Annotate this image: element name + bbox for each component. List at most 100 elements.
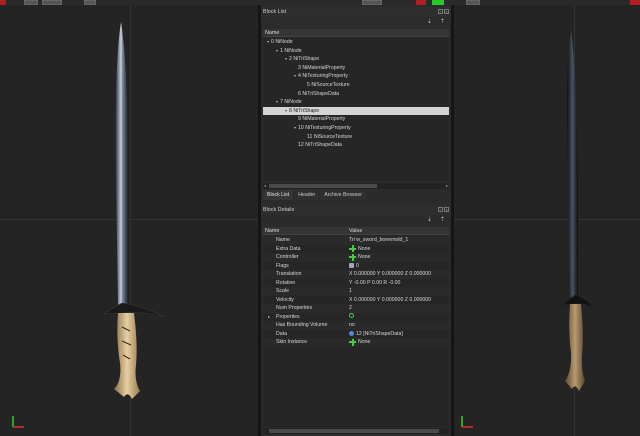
value-column-header[interactable]: Value: [349, 228, 362, 234]
tree-row[interactable]: ▾ 7 NiNode: [263, 98, 449, 107]
detail-value-cell[interactable]: no: [349, 321, 355, 330]
detail-value: Tri w_sword_bonemold_1: [349, 237, 409, 243]
tree-row-label: 12 NiTriShapeData: [298, 142, 342, 149]
detail-row[interactable]: Rotation Y -0.00 P 0.00 R -0.00: [263, 278, 449, 288]
float-icon[interactable]: ▫: [438, 207, 443, 212]
tab-archive-browser[interactable]: Archive Browser: [320, 190, 366, 200]
detail-row[interactable]: Data 12 [NiTriShapeData]: [263, 329, 449, 339]
block-list-title: Block List: [263, 9, 287, 15]
scroll-left-icon[interactable]: ◂: [264, 183, 266, 189]
viewport-left[interactable]: [0, 5, 261, 436]
detail-name: Name: [276, 237, 290, 243]
tree-row-label: 8 NiTriShape: [289, 107, 320, 114]
tree-row[interactable]: ▾ 0 NiNode: [263, 38, 449, 47]
tree-row-label: 6 NiTriShapeData: [298, 90, 340, 97]
detail-value: 2: [349, 305, 352, 311]
detail-value: None: [358, 254, 371, 260]
block-list-tree[interactable]: Name ▾ 0 NiNode ▾ 1 NiNode ▾ 2 NiTriShape 3 Ni…: [263, 29, 449, 181]
detail-row[interactable]: Flags 0: [263, 261, 449, 271]
sort-down-icon[interactable]: ⇣: [427, 216, 432, 223]
tree-row[interactable]: ▾ 2 NiTriShape: [263, 55, 449, 64]
flag-icon[interactable]: [349, 263, 354, 269]
detail-value-cell[interactable]: None: [349, 245, 370, 254]
detail-row[interactable]: Name Tri w_sword_bonemold_1: [263, 236, 449, 245]
close-icon[interactable]: ×: [444, 207, 449, 212]
detail-value-cell[interactable]: 1: [349, 287, 352, 296]
detail-row[interactable]: Has Bounding Volume no: [263, 321, 449, 330]
detail-value-cell[interactable]: X 0.000000 Y 0.000000 Z 0.000000: [349, 296, 431, 305]
detail-value-cell[interactable]: None: [349, 338, 370, 347]
detail-value: None: [358, 339, 371, 345]
sort-down-icon[interactable]: ⇣: [427, 18, 432, 25]
tree-row-label: 4 NiTexturingProperty: [298, 73, 348, 80]
detail-row[interactable]: Extra Data None: [263, 244, 449, 254]
detail-value-cell[interactable]: 12 [NiTriShapeData]: [349, 330, 403, 339]
detail-value: Y -0.00 P 0.00 R -0.00: [349, 279, 401, 286]
detail-value: 12 [NiTriShapeData]: [356, 330, 403, 337]
tree-row[interactable]: ▾ 10 NiTexturingProperty: [263, 124, 449, 133]
tree-row[interactable]: 5 NiSourceTexture: [263, 81, 449, 90]
link-icon[interactable]: [349, 331, 354, 337]
tree-row-label: 9 NiMaterialProperty: [298, 116, 346, 123]
detail-value-cell[interactable]: [349, 312, 356, 318]
block-list-controls: ⇣ ⇡: [427, 18, 445, 25]
tree-row-label: 3 NiMaterialProperty: [298, 64, 346, 71]
detail-row[interactable]: ▸ Properties: [263, 312, 449, 322]
close-icon[interactable]: ×: [444, 9, 449, 14]
tree-row[interactable]: ▾ 4 NiTexturingProperty: [263, 72, 449, 81]
tree-row-label: 10 NiTexturingProperty: [298, 125, 351, 131]
detail-value-cell[interactable]: None: [349, 253, 370, 262]
expand-arrow-icon[interactable]: ▸: [268, 313, 270, 322]
tree-row[interactable]: ▾ 8 NiTriShape: [263, 106, 449, 116]
axis-gizmo-icon: [461, 416, 473, 428]
tab-header[interactable]: Header: [294, 190, 320, 200]
detail-value-cell[interactable]: X 0.000000 Y 0.000000 Z 0.000000: [349, 270, 431, 279]
detail-row[interactable]: Controller None: [263, 253, 449, 262]
scroll-thumb[interactable]: [269, 184, 377, 188]
detail-value: X 0.000000 Y 0.000000 Z 0.000000: [349, 296, 432, 303]
tree-row-label: 2 NiTriShape: [289, 56, 320, 63]
tree-row-label: 7 NiNode: [280, 99, 302, 106]
plus-icon[interactable]: [349, 338, 356, 346]
float-icon[interactable]: ▫: [438, 9, 443, 14]
tree-row-label: 0 NiNode: [271, 39, 293, 45]
scroll-thumb[interactable]: [269, 429, 439, 433]
detail-value-cell[interactable]: Y -0.00 P 0.00 R -0.00: [349, 279, 400, 288]
axis-gizmo-icon: [12, 416, 24, 428]
name-column-header[interactable]: Name: [265, 228, 279, 234]
refresh-icon[interactable]: [349, 312, 354, 318]
scroll-right-icon[interactable]: ▸: [446, 183, 448, 189]
name-column-header[interactable]: Name: [265, 30, 279, 36]
sort-up-icon[interactable]: ⇡: [440, 216, 445, 223]
tree-row[interactable]: 3 NiMaterialProperty: [263, 64, 449, 73]
detail-name: Skin Instance: [276, 339, 308, 345]
tab-block-list[interactable]: Block List: [263, 190, 294, 200]
tree-row[interactable]: 6 NiTriShapeData: [263, 90, 449, 99]
tree-row[interactable]: 12 NiTriShapeData: [263, 141, 449, 150]
block-details-hscrollbar[interactable]: [263, 428, 449, 434]
plus-icon[interactable]: [349, 245, 356, 253]
block-details-title: Block Details: [263, 207, 295, 213]
detail-value: 1: [349, 288, 352, 294]
sort-up-icon[interactable]: ⇡: [440, 18, 445, 25]
detail-row[interactable]: Velocity X 0.000000 Y 0.000000 Z 0.000000: [263, 295, 449, 305]
tree-row[interactable]: 11 NiSourceTexture: [263, 133, 449, 142]
detail-name: Rotation: [276, 279, 296, 286]
detail-row[interactable]: Scale 1: [263, 287, 449, 296]
detail-value-cell[interactable]: 2: [349, 304, 352, 313]
block-list-header: Name: [263, 29, 449, 37]
block-details-titlebar: Block Details ▫ ×: [261, 205, 451, 215]
detail-value-cell[interactable]: Tri w_sword_bonemold_1: [349, 236, 408, 245]
block-list-hscrollbar[interactable]: ◂ ▸: [263, 183, 449, 189]
detail-row[interactable]: Skin Instance None: [263, 338, 449, 347]
plus-icon[interactable]: [349, 253, 356, 261]
viewport-divider[interactable]: [451, 5, 454, 436]
detail-value-cell[interactable]: 0: [349, 262, 359, 271]
tree-row[interactable]: ▾ 1 NiNode: [263, 47, 449, 56]
detail-row[interactable]: Num Properties 2: [263, 304, 449, 313]
viewport-right[interactable]: [451, 5, 640, 436]
detail-row[interactable]: Translation X 0.000000 Y 0.000000 Z 0.000…: [263, 270, 449, 279]
detail-name: Data: [276, 330, 287, 337]
block-details-table[interactable]: Name Value Name Tri w_sword_bonemold_1 Ext…: [263, 227, 449, 427]
tree-row[interactable]: 9 NiMaterialProperty: [263, 115, 449, 124]
